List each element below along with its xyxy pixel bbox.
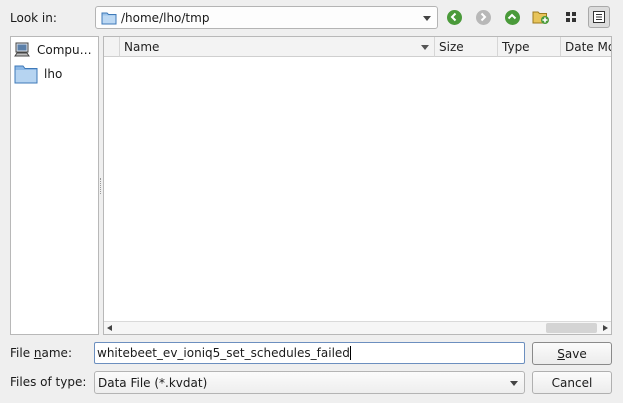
folder-icon — [14, 64, 38, 84]
file-type-value: Data File (*.kvdat) — [98, 375, 208, 390]
sidebar-item-lho[interactable]: lho — [11, 62, 98, 86]
look-in-combo[interactable]: /home/lho/tmp — [95, 6, 438, 29]
file-name-value: whitebeet_ev_ioniq5_set_schedules_failed — [97, 346, 350, 360]
file-type-label: Files of type: — [10, 375, 87, 389]
save-button[interactable]: Save — [532, 342, 612, 365]
sidebar: Compu… lho — [10, 36, 99, 335]
file-name-input[interactable]: whitebeet_ev_ioniq5_set_schedules_failed — [94, 342, 525, 364]
save-label-mnemonic: S — [557, 346, 565, 361]
column-header-size[interactable]: Size — [435, 37, 498, 57]
file-name-label-mnemonic: n — [33, 346, 42, 360]
computer-icon — [14, 42, 31, 58]
column-header-label: Date Mo — [565, 39, 612, 54]
cancel-button[interactable]: Cancel — [532, 371, 612, 394]
list-view-button[interactable] — [560, 6, 582, 28]
file-name-label: File name: — [10, 346, 72, 360]
column-header-label: Type — [502, 39, 530, 54]
sidebar-item-computer[interactable]: Compu… — [11, 38, 98, 62]
new-folder-button[interactable] — [530, 6, 552, 28]
up-button[interactable] — [501, 6, 523, 28]
save-label-rest: ave — [564, 346, 587, 361]
look-in-path: /home/lho/tmp — [121, 10, 210, 25]
scrollbar-thumb[interactable] — [546, 323, 597, 333]
sort-indicator-icon — [421, 45, 429, 50]
column-header-label: Size — [439, 39, 464, 54]
file-name-label-part: File — [10, 346, 34, 360]
detail-view-button[interactable] — [588, 6, 610, 28]
file-name-label-part: ame: — [41, 346, 72, 360]
column-header-name[interactable]: Name — [120, 37, 435, 57]
look-in-label: Look in: — [10, 11, 57, 25]
forward-button[interactable] — [472, 6, 494, 28]
back-button[interactable] — [443, 6, 465, 28]
up-arrow-icon — [504, 9, 520, 25]
file-type-combo[interactable]: Data File (*.kvdat) — [94, 371, 525, 394]
file-list[interactable]: Name Size Type Date Mo — [103, 36, 612, 335]
splitter-handle[interactable] — [100, 178, 102, 194]
sidebar-item-label: lho — [44, 67, 63, 81]
column-header-date[interactable]: Date Mo — [561, 37, 612, 57]
horizontal-scrollbar[interactable] — [104, 321, 611, 334]
chevron-down-icon — [510, 380, 518, 386]
text-cursor — [349, 346, 351, 360]
scroll-right-icon[interactable] — [603, 325, 608, 331]
new-folder-icon — [532, 9, 550, 25]
column-header-type[interactable]: Type — [498, 37, 561, 57]
column-header-label: Name — [124, 39, 160, 54]
sidebar-item-label: Compu… — [37, 43, 92, 57]
folder-icon — [101, 11, 117, 25]
list-view-icon — [564, 10, 578, 24]
scroll-left-icon[interactable] — [107, 325, 112, 331]
forward-arrow-icon — [475, 9, 491, 25]
back-arrow-icon — [446, 9, 462, 25]
header-spacer — [104, 37, 120, 57]
chevron-down-icon — [423, 15, 431, 21]
detail-view-icon — [592, 10, 606, 24]
